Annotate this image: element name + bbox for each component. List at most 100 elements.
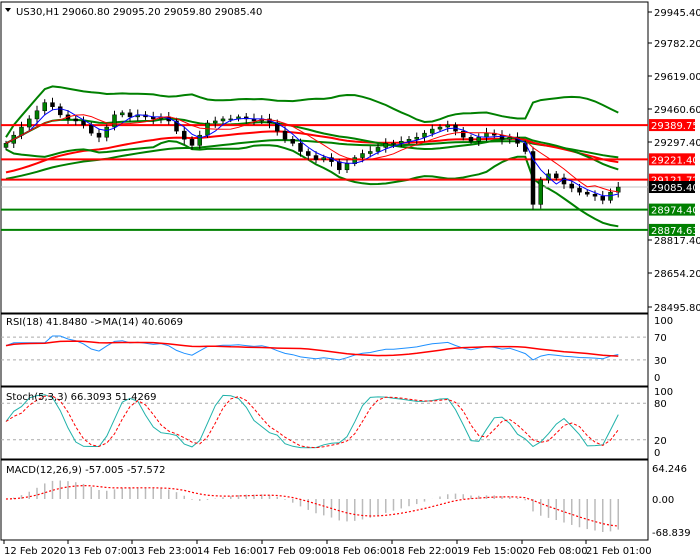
candle-body [360,153,365,158]
symbol-label: US30,H1 [16,7,59,18]
candle [104,124,109,142]
candle [616,182,621,198]
candle-body [189,139,195,146]
trading-chart-window: 29945.40 29782.20 29619.00 29460.60 29297.40… [0,0,700,560]
candle [58,103,63,118]
candle-body [298,143,303,152]
candle-body [220,118,226,122]
candle-body [391,143,396,145]
candle-body [554,173,559,179]
level-tag-label: 28974.40 [651,206,699,217]
rsi-axis-label: 0 [654,373,660,384]
candle [236,114,241,122]
candle-body [344,163,350,171]
candle [445,120,450,132]
candle-body [3,143,9,148]
candle-body [282,130,288,140]
candle-body [127,112,133,118]
stoch-axis-label: 100 [654,387,673,398]
candle-body [27,118,32,128]
chart-canvas[interactable]: 29945.40 29782.20 29619.00 29460.60 29297.40… [0,0,700,560]
candle-body [81,120,86,126]
candle-body [437,126,443,130]
candle-body [507,136,512,140]
candle [27,115,32,131]
candle-body [306,151,311,156]
candle-body [476,136,481,142]
candle [42,99,47,116]
candle-body [89,124,94,134]
candle [352,155,357,167]
price-axis-label: 29460.60 [654,105,700,116]
bollinger-lower [5,139,619,228]
candle-body [592,193,598,197]
price-axis-label: 28495.80 [654,303,700,314]
stoch-axis-label: 20 [654,436,667,447]
time-axis-label: 21 Feb 01:00 [586,546,652,557]
candle [127,108,133,122]
candle [538,176,543,209]
macd-axis-label: 64.246 [652,464,687,475]
candle [422,130,427,142]
candle-body [213,120,218,124]
rsi-axis-label: 30 [654,356,667,367]
dropdown-triangle-icon[interactable] [5,8,11,12]
candle [329,153,334,167]
candle [383,138,388,153]
candle [569,181,574,193]
ohlc-values: 29060.80 29095.20 29059.80 29085.40 [62,7,262,18]
candle [182,126,187,145]
candle [197,130,202,149]
candle-body [321,157,326,160]
candle-body [50,102,55,107]
stoch-axis-label: 0 [654,448,660,459]
level-tag-label: 29389.75 [651,121,699,132]
candle-body [538,179,543,205]
candle-body [585,191,590,195]
price-axis-label: 29782.20 [654,39,700,50]
candle [499,130,505,145]
candle-body [290,139,295,144]
candle [96,128,102,143]
time-axis-label: 19 Feb 15:00 [457,546,523,557]
stoch-title: Stoch(5,3,3) 66.3093 51.4269 [6,392,157,403]
rsi-axis-label: 70 [654,333,667,344]
candle-body [422,132,427,138]
candle [151,111,156,125]
candle-body [112,114,117,128]
candle [585,189,590,197]
candle-body [58,106,63,116]
price-axis-label: 29945.40 [654,8,700,19]
price-axis-label: 28654.20 [654,269,700,280]
candle-body [406,139,412,142]
rsi-axis-label: 100 [654,316,673,327]
price-axis-label: 29619.00 [654,72,700,83]
candle-body [96,132,102,138]
candle-body [73,118,78,122]
time-axis-label: 20 Feb 08:00 [522,546,588,557]
candle-body [468,136,474,142]
level-tag-label: 29085.40 [651,183,699,194]
time-axis-label: 14 Feb 16:00 [197,546,263,557]
candle-body [42,102,47,112]
candle-body [182,130,187,140]
level-tag-label: 28874.63 [651,226,699,237]
macd-axis-label: 0.00 [652,495,674,506]
candle-body [430,128,435,134]
candle-body [120,112,125,116]
price-axis-label: 28817.40 [654,236,700,247]
candle [507,133,512,144]
candle-body [608,191,613,201]
candle [120,110,125,118]
candle [213,116,218,128]
candle-body [577,187,582,193]
macd-title: MACD(12,26,9) -57.005 -57.572 [6,465,166,476]
time-axis-label: 12 Feb 2020 [4,546,66,557]
time-axis-label: 13 Feb 07:00 [68,546,134,557]
candle-body [368,151,373,154]
time-axis-label: 18 Feb 22:00 [392,546,458,557]
macd-axis-label: -68.839 [652,528,691,539]
rsi-ma-line [5,340,619,357]
time-axis-label: 17 Feb 09:00 [262,546,328,557]
candle [600,190,605,205]
